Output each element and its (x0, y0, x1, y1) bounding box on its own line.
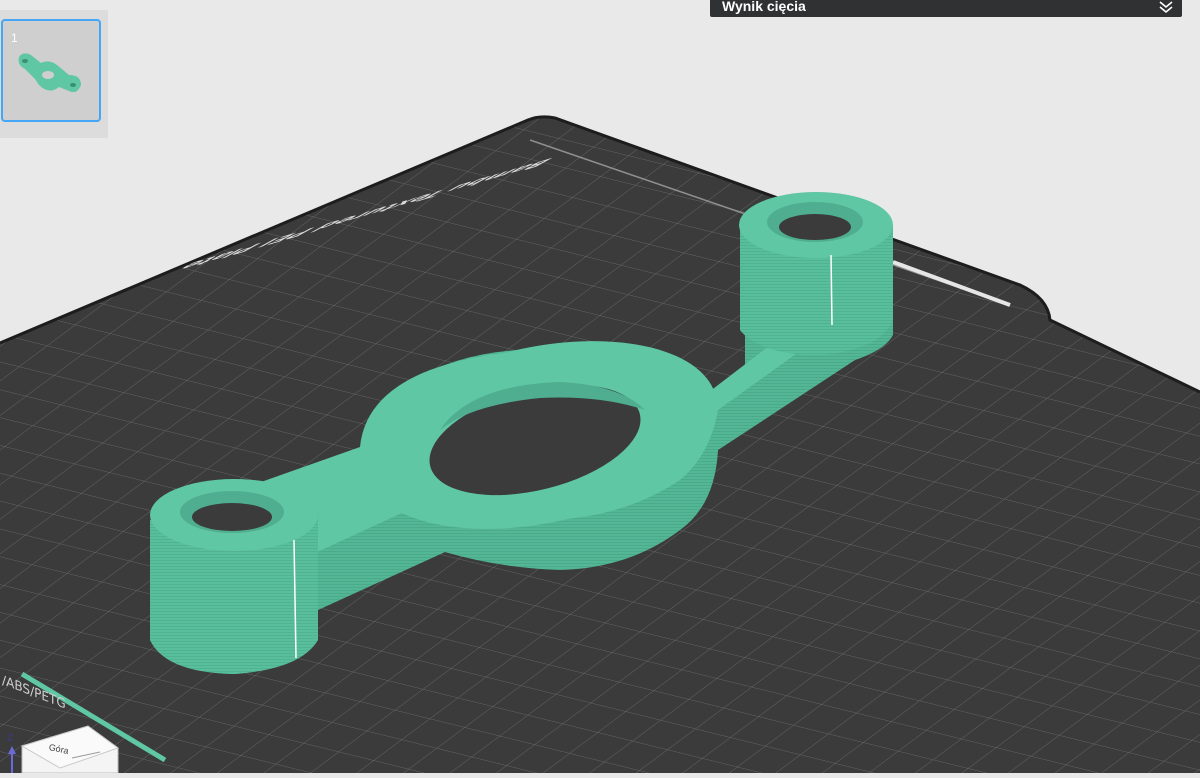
slice-result-title: Wynik cięcia (722, 0, 806, 14)
double-chevron-down-icon[interactable] (1158, 0, 1174, 14)
model-thumbnail-icon (18, 53, 82, 93)
3d-viewport[interactable]: Bambu Textured PEI Plate /ABS/PETG (0, 0, 1200, 773)
plate-index-label: 1 (11, 31, 18, 45)
z-axis-label: Z (7, 733, 14, 744)
slice-result-panel[interactable]: Wynik cięcia (710, 0, 1182, 17)
plate-list: 1 (0, 10, 108, 138)
